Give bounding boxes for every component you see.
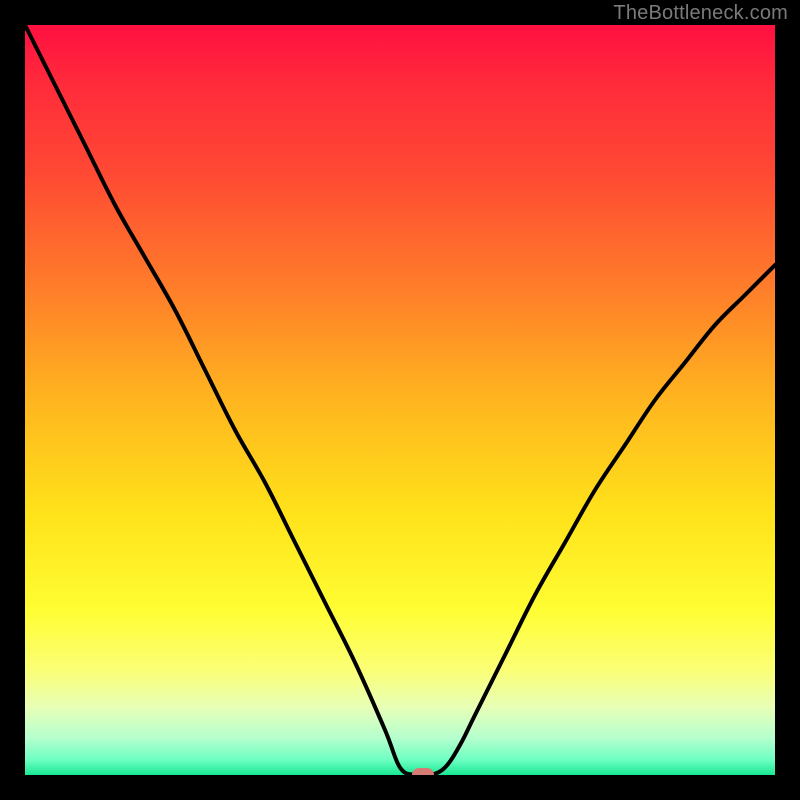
chart-frame: TheBottleneck.com: [0, 0, 800, 800]
bottleneck-curve: [25, 25, 775, 775]
watermark-text: TheBottleneck.com: [613, 2, 788, 25]
optimal-point-marker: [412, 768, 434, 775]
plot-area: [25, 25, 775, 775]
